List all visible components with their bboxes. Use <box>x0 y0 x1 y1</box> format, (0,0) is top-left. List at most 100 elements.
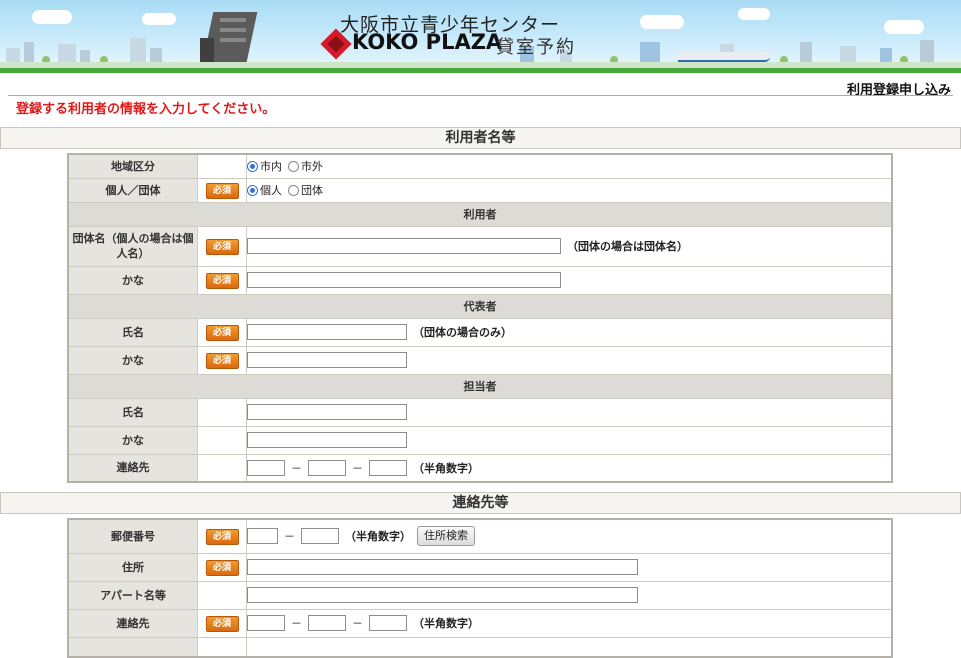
form-row-partial <box>67 636 893 658</box>
postal-code-input-1[interactable] <box>247 528 278 545</box>
skyline-building <box>800 42 812 62</box>
cloud-decoration <box>738 8 770 20</box>
field-label: 個人／団体 <box>67 177 198 203</box>
staff-phone-input-2[interactable] <box>308 459 346 476</box>
phone-input-2[interactable] <box>308 615 346 631</box>
skyline-building <box>130 38 146 62</box>
subheader-representative: 代表者 <box>67 293 893 319</box>
skyline-building <box>880 48 892 62</box>
contact-info-table: 郵便番号 必須 － （半角数字） 住所検索 住所 必須 アパート名等 連絡先 必須 … <box>67 518 893 658</box>
field-note: （団体の場合のみ） <box>413 326 512 339</box>
phone-input-3[interactable] <box>369 615 407 631</box>
field-label: かな <box>67 265 198 295</box>
skyline-building <box>58 44 76 62</box>
value-cell <box>246 425 893 455</box>
radio-area-inside[interactable] <box>247 160 258 172</box>
required-cell-empty <box>197 580 247 610</box>
value-cell <box>246 636 893 658</box>
staff-name-input[interactable] <box>247 404 407 420</box>
field-label: 氏名 <box>67 317 198 347</box>
form-row-address: 住所 必須 <box>67 552 893 582</box>
skyline-building <box>150 48 162 62</box>
field-label: 連絡先 <box>67 453 198 483</box>
staff-phone-input-3[interactable] <box>369 459 407 476</box>
koko-plaza-building-illustration <box>200 12 260 64</box>
required-cell: 必須 <box>197 345 247 375</box>
value-cell <box>246 397 893 427</box>
cloud-decoration <box>142 13 176 25</box>
cloud-decoration <box>640 15 684 29</box>
brand-name: KOKO PLAZA <box>352 30 503 54</box>
required-cell: 必須 <box>197 518 247 554</box>
train-illustration <box>678 52 770 62</box>
skyline-building <box>80 50 90 62</box>
field-label-cut-off <box>67 636 198 658</box>
address-input[interactable] <box>247 559 638 575</box>
green-divider <box>0 68 961 73</box>
form-row-type: 個人／団体 必須 個人 団体 <box>67 177 893 203</box>
field-label: 連絡先 <box>67 608 198 638</box>
form-row-group-kana: かな 必須 <box>67 265 893 295</box>
required-cell: 必須 <box>197 265 247 295</box>
required-badge: 必須 <box>205 615 239 632</box>
field-label: 住所 <box>67 552 198 582</box>
staff-kana-input[interactable] <box>247 432 407 448</box>
form-row-phone: 連絡先 必須 － － （半角数字） <box>67 608 893 638</box>
subheader-user: 利用者 <box>67 201 893 227</box>
section-header-contact: 連絡先等 <box>0 492 961 514</box>
group-name-input[interactable] <box>247 238 561 254</box>
cloud-decoration <box>32 10 72 24</box>
type-radio-group: 個人 団体 <box>246 177 893 203</box>
radio-area-outside[interactable] <box>288 160 299 172</box>
postal-code-input-2[interactable] <box>301 528 339 545</box>
address-search-button[interactable]: 住所検索 <box>417 526 475 547</box>
cloud-decoration <box>884 20 924 34</box>
required-cell-empty <box>197 453 247 483</box>
form-row-staff-name: 氏名 <box>67 397 893 427</box>
subheader-row: 代表者 <box>67 293 893 319</box>
form-row-staff-kana: かな <box>67 425 893 455</box>
form-row-apartment: アパート名等 <box>67 580 893 610</box>
radio-label: 団体 <box>301 184 323 197</box>
form-row-rep-kana: かな 必須 <box>67 345 893 375</box>
rep-kana-input[interactable] <box>247 352 407 368</box>
form-row-rep-name: 氏名 必須 （団体の場合のみ） <box>67 317 893 347</box>
skyline-building <box>920 40 934 62</box>
group-kana-input[interactable] <box>247 272 561 288</box>
rep-name-input[interactable] <box>247 324 407 340</box>
required-cell: 必須 <box>197 225 247 267</box>
field-label: かな <box>67 345 198 375</box>
radio-type-individual[interactable] <box>247 184 258 196</box>
dash-separator: － <box>291 461 302 475</box>
required-cell-empty <box>197 397 247 427</box>
required-cell-empty <box>197 153 247 179</box>
field-note: （半角数字） <box>413 617 479 630</box>
subheader-row: 担当者 <box>67 373 893 399</box>
dash-separator: － <box>291 617 302 630</box>
required-badge: 必須 <box>205 182 239 199</box>
apartment-input[interactable] <box>247 587 638 603</box>
radio-type-group[interactable] <box>288 184 299 196</box>
dash-separator: － <box>352 617 363 630</box>
phone-input-1[interactable] <box>247 615 285 631</box>
required-cell: 必須 <box>197 317 247 347</box>
skyline-building <box>6 48 20 62</box>
instruction-notice: 登録する利用者の情報を入力してください。 <box>16 102 276 117</box>
staff-phone-input-1[interactable] <box>247 459 285 476</box>
field-label: かな <box>67 425 198 455</box>
site-subtitle: 貸室予約 <box>496 37 576 58</box>
form-row-area: 地域区分 市内 市外 <box>67 153 893 179</box>
subheader-staff: 担当者 <box>67 373 893 399</box>
skyline-building <box>840 46 856 62</box>
site-header: 大阪市立青少年センター KOKO PLAZA 貸室予約 <box>0 0 961 68</box>
form-row-postal: 郵便番号 必須 － （半角数字） 住所検索 <box>67 518 893 554</box>
required-cell-empty <box>197 636 247 658</box>
orange-divider <box>8 95 953 96</box>
radio-label: 個人 <box>260 184 282 197</box>
form-row-staff-phone: 連絡先 － － （半角数字） <box>67 453 893 483</box>
skyline-building <box>24 42 34 62</box>
value-cell: － （半角数字） 住所検索 <box>246 518 893 554</box>
field-label: 氏名 <box>67 397 198 427</box>
dash-separator: － <box>284 530 295 544</box>
required-badge: 必須 <box>205 324 239 341</box>
